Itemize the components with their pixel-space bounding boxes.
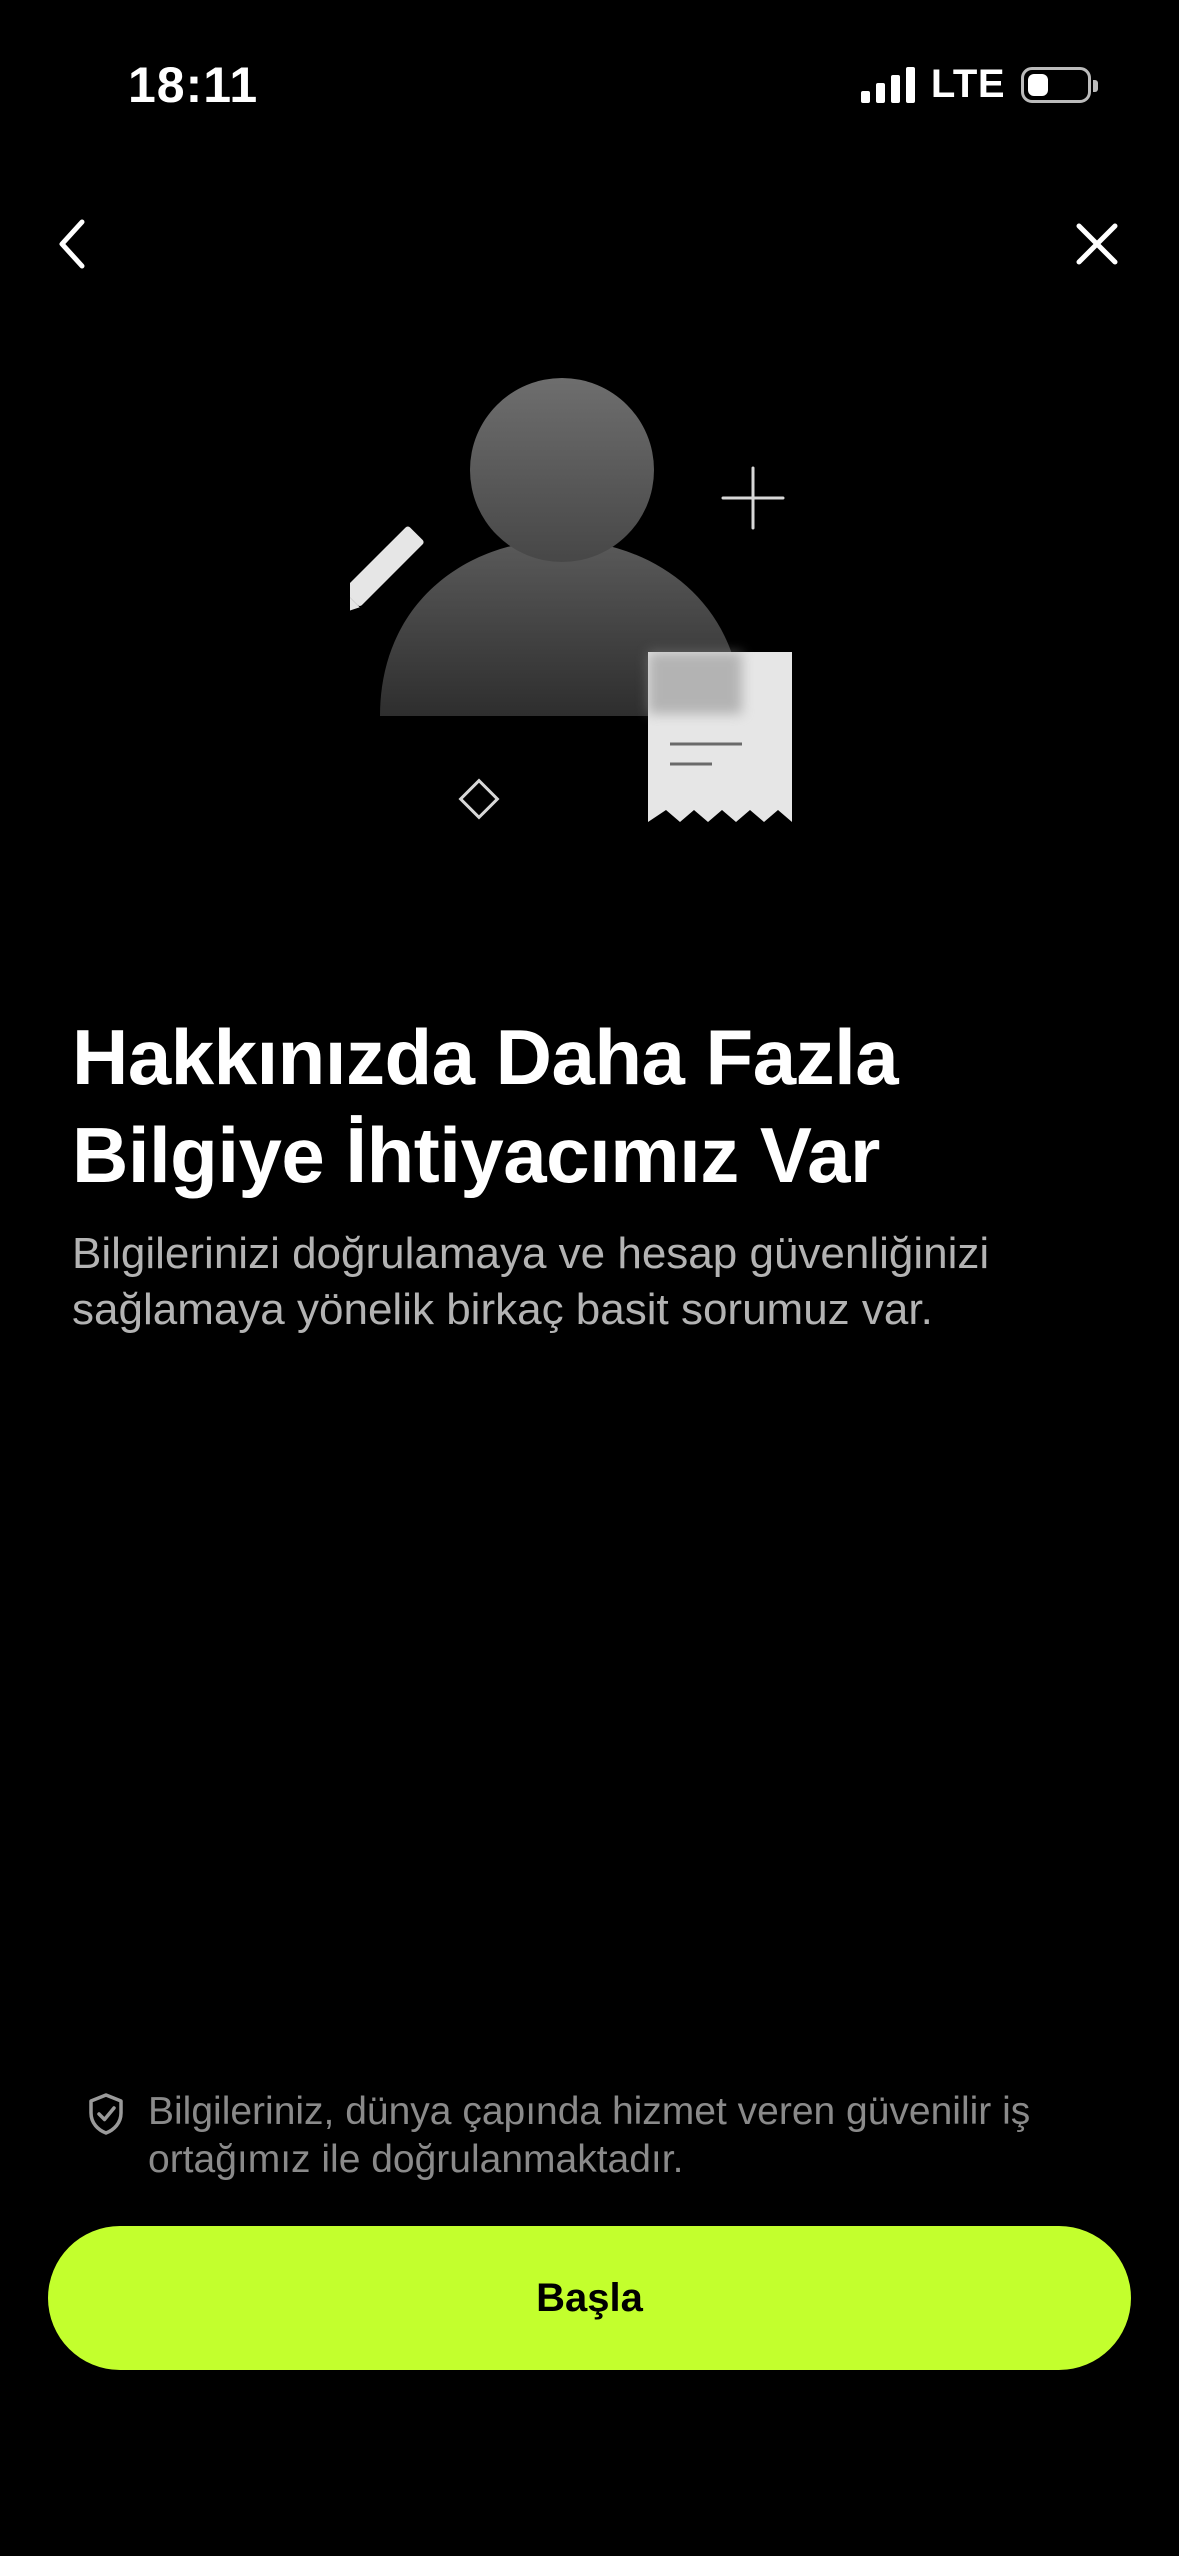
back-button[interactable] — [32, 204, 112, 284]
page-title: Hakkınızda Daha Fazla Bilgiye İhtiyacımı… — [72, 1013, 899, 1199]
page-subtitle: Bilgilerinizi doğrulamaya ve hesap güven… — [72, 1229, 990, 1334]
network-label: LTE — [930, 62, 1005, 106]
close-button[interactable] — [1057, 204, 1137, 284]
receipt-icon — [648, 652, 792, 822]
diamond-sparkle-icon — [458, 778, 500, 820]
status-time: 18:11 — [128, 57, 259, 113]
verification-note: Bilgileriniz, dünya çapında hizmet veren… — [86, 2088, 1126, 2184]
profile-illustration — [350, 378, 792, 822]
verification-note-text: Bilgileriniz, dünya çapında hizmet veren… — [148, 2090, 1031, 2181]
battery-icon — [1021, 66, 1098, 103]
status-bar: 18:11 LTE — [0, 0, 1179, 160]
plus-sparkle-icon — [721, 466, 785, 530]
signal-icon — [860, 66, 915, 103]
person-head-shape — [470, 378, 654, 562]
close-icon — [1076, 223, 1118, 265]
chevron-left-icon — [59, 219, 85, 269]
start-button[interactable]: Başla — [48, 2226, 1131, 2370]
shield-check-icon — [89, 2093, 123, 2135]
status-indicators: LTE — [860, 62, 1098, 107]
screen: 18:11 LTE Hakkınızda Daha Fazla Bilgiye … — [0, 0, 1179, 2556]
